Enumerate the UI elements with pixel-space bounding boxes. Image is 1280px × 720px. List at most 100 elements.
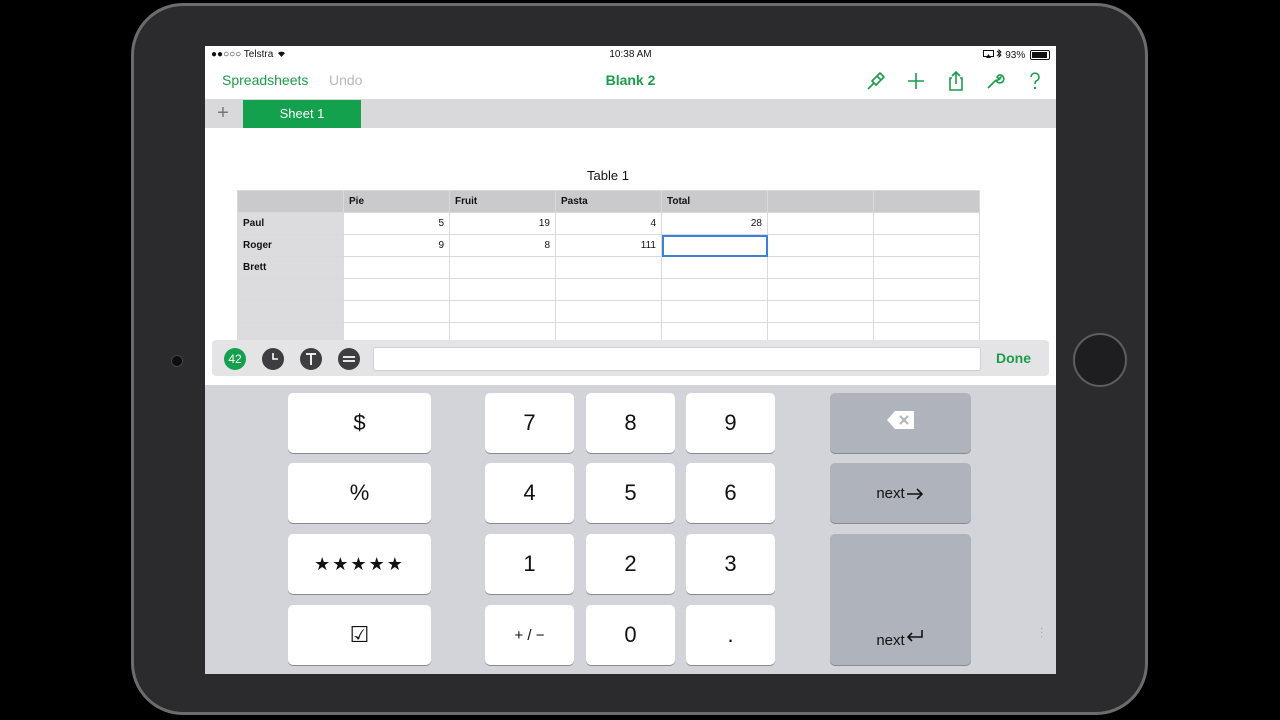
key-3[interactable]: 3 [686, 534, 775, 594]
table-cell[interactable] [661, 256, 768, 279]
key-9[interactable]: 9 [686, 393, 775, 453]
header-cell[interactable]: Pie [343, 190, 450, 213]
table-row [237, 300, 980, 323]
table-cell[interactable] [873, 300, 980, 323]
table-row: Brett [237, 256, 980, 279]
row-header[interactable] [237, 278, 344, 301]
key-5[interactable]: 5 [586, 463, 675, 523]
home-button[interactable] [1073, 333, 1127, 387]
table-cell[interactable] [343, 300, 450, 323]
wrench-icon[interactable] [984, 70, 1006, 92]
checkbox-key[interactable]: ☑ [288, 605, 431, 665]
backspace-icon [886, 410, 916, 436]
table-cell[interactable] [555, 256, 662, 279]
plus-minus-key[interactable]: + / − [485, 605, 574, 665]
battery-icon [1030, 50, 1050, 61]
delete-key[interactable] [830, 393, 971, 453]
table-cell[interactable] [449, 300, 556, 323]
header-cell[interactable] [237, 190, 344, 213]
numeric-keyboard: $ % ★★★★★ ☑ 7 8 9 4 5 6 1 2 3 + / − 0 . … [205, 385, 1056, 674]
next-return-label: next [876, 632, 905, 649]
table-cell[interactable]: 4 [555, 212, 662, 235]
keyboard-resize-handle[interactable]: · · · [1040, 624, 1043, 642]
table-cell[interactable] [873, 256, 980, 279]
screen: ●●○○○ Telstra 10:38 AM 93% Spreadsheets … [205, 46, 1056, 674]
cell-input-bar: 42 Done [212, 340, 1049, 376]
next-right-label: next [876, 484, 905, 502]
table-cell[interactable]: 28 [661, 212, 768, 235]
text-format-button[interactable] [300, 348, 322, 370]
table-cell[interactable] [555, 300, 662, 323]
table-cell[interactable] [767, 234, 874, 257]
header-row: Pie Fruit Pasta Total [237, 190, 980, 213]
header-cell[interactable]: Pasta [555, 190, 662, 213]
battery-percent: 93% [1005, 50, 1026, 61]
clock: 10:38 AM [609, 49, 652, 60]
done-button[interactable]: Done [996, 350, 1031, 366]
key-0[interactable]: 0 [586, 605, 675, 665]
table-cell[interactable] [873, 278, 980, 301]
table-cell[interactable] [661, 300, 768, 323]
table-cell[interactable]: 19 [449, 212, 556, 235]
next-return-key[interactable]: next [830, 534, 971, 665]
spreadsheets-back-button[interactable]: Spreadsheets [222, 72, 308, 88]
text-icon [300, 353, 322, 373]
front-camera [171, 355, 183, 367]
table-cell[interactable] [343, 278, 450, 301]
table-row [237, 278, 980, 301]
table-row: Paul 5 19 4 28 [237, 212, 980, 235]
key-6[interactable]: 6 [686, 463, 775, 523]
table-cell[interactable] [873, 234, 980, 257]
table-cell[interactable] [767, 300, 874, 323]
currency-key[interactable]: $ [288, 393, 431, 453]
bluetooth-icon [996, 48, 1005, 61]
key-2[interactable]: 2 [586, 534, 675, 594]
next-right-key[interactable]: next [830, 463, 971, 523]
header-cell[interactable]: Fruit [449, 190, 556, 213]
table-cell[interactable] [661, 278, 768, 301]
undo-button[interactable]: Undo [329, 72, 362, 88]
table-cell[interactable] [555, 278, 662, 301]
sheet-tab-bar: + Sheet 1 [205, 99, 1056, 128]
table-cell[interactable] [767, 212, 874, 235]
arrow-right-icon [905, 480, 925, 506]
tab-sheet-1[interactable]: Sheet 1 [243, 100, 361, 128]
row-header[interactable] [237, 300, 344, 323]
table-cell[interactable]: 5 [343, 212, 450, 235]
key-7[interactable]: 7 [485, 393, 574, 453]
table-cell[interactable] [449, 278, 556, 301]
number-format-button[interactable]: 42 [224, 348, 246, 370]
selected-cell[interactable] [661, 234, 768, 257]
format-brush-icon[interactable] [864, 70, 886, 92]
formula-button[interactable] [338, 348, 360, 370]
decimal-key[interactable]: . [686, 605, 775, 665]
table-cell[interactable] [767, 278, 874, 301]
star-rating-key[interactable]: ★★★★★ [288, 534, 431, 594]
add-icon[interactable] [905, 70, 927, 92]
table-cell[interactable] [873, 212, 980, 235]
status-right: 93% [982, 48, 1050, 61]
table-cell[interactable]: 111 [555, 234, 662, 257]
screen-mirror-icon [982, 50, 997, 61]
table-row: Roger 9 8 111 [237, 234, 980, 257]
header-cell[interactable] [767, 190, 874, 213]
key-4[interactable]: 4 [485, 463, 574, 523]
header-cell[interactable] [873, 190, 980, 213]
header-cell[interactable]: Total [661, 190, 768, 213]
table-cell[interactable] [449, 256, 556, 279]
row-header[interactable]: Brett [237, 256, 344, 279]
share-icon[interactable] [945, 70, 967, 92]
date-time-format-button[interactable] [262, 348, 284, 370]
add-sheet-button[interactable]: + [213, 103, 233, 123]
key-8[interactable]: 8 [586, 393, 675, 453]
key-1[interactable]: 1 [485, 534, 574, 594]
cell-value-input[interactable] [373, 347, 981, 371]
table-cell[interactable] [343, 256, 450, 279]
table-cell[interactable] [767, 256, 874, 279]
table-cell[interactable]: 9 [343, 234, 450, 257]
row-header[interactable]: Roger [237, 234, 344, 257]
help-icon[interactable] [1024, 70, 1046, 92]
table-cell[interactable]: 8 [449, 234, 556, 257]
row-header[interactable]: Paul [237, 212, 344, 235]
percent-key[interactable]: % [288, 463, 431, 523]
